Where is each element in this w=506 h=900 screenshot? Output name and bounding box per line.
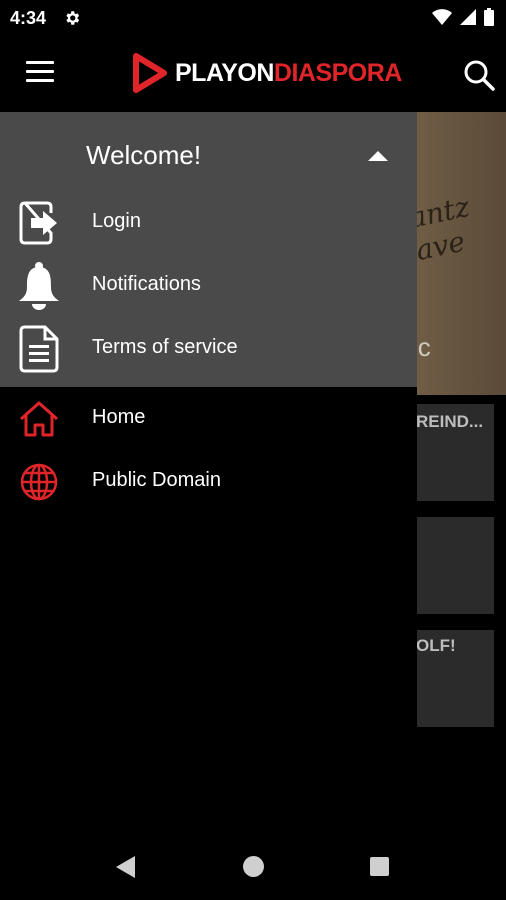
drawer-item-label: Public Domain: [92, 469, 221, 491]
back-icon[interactable]: [116, 856, 135, 878]
drawer-item-login[interactable]: Login: [0, 192, 417, 252]
home-button-icon[interactable]: [243, 856, 264, 877]
drawer-item-terms[interactable]: Terms of service: [0, 318, 417, 378]
collapse-caret-icon[interactable]: [368, 151, 388, 161]
drawer-item-label: Home: [92, 406, 146, 428]
search-icon[interactable]: [462, 58, 496, 97]
drawer-item-notifications[interactable]: Notifications: [0, 255, 417, 315]
content-card-title: OLF!: [416, 636, 456, 655]
document-icon: [16, 325, 62, 373]
recent-apps-icon[interactable]: [370, 857, 389, 876]
drawer-item-label: Login: [92, 210, 141, 232]
content-card-title: REIND...: [416, 412, 484, 431]
menu-icon[interactable]: [26, 61, 54, 85]
battery-icon: [484, 8, 494, 31]
logo-text-playon: PLAYON: [175, 58, 274, 87]
app-bar: PLAYONDIASPORA: [0, 36, 506, 112]
status-time: 4:34: [10, 8, 47, 28]
drawer-item-home[interactable]: Home: [0, 388, 417, 448]
drawer-item-label: Notifications: [92, 273, 201, 295]
login-icon: [16, 200, 62, 246]
drawer-item-label: Terms of service: [92, 336, 238, 358]
settings-gear-icon: [63, 9, 81, 32]
wifi-icon: [432, 9, 452, 30]
logo-text-diaspora: DIASPORA: [273, 58, 402, 87]
drawer-welcome-title: Welcome!: [86, 140, 202, 170]
bell-icon: [16, 262, 62, 310]
drawer-item-public-domain[interactable]: Public Domain: [0, 451, 417, 511]
home-icon: [16, 396, 62, 442]
drawer-account-section: Welcome! Login Notifications Terms of se…: [0, 112, 417, 387]
status-bar: 4:34: [0, 0, 506, 36]
globe-icon: [16, 459, 62, 505]
content-card[interactable]: [416, 517, 494, 614]
system-navigation-bar: [0, 840, 506, 900]
navigation-drawer: Welcome! Login Notifications Terms of se…: [0, 112, 417, 840]
signal-icon: [460, 9, 476, 30]
app-logo: PLAYONDIASPORA: [131, 52, 402, 94]
play-logo-icon: [133, 53, 167, 93]
